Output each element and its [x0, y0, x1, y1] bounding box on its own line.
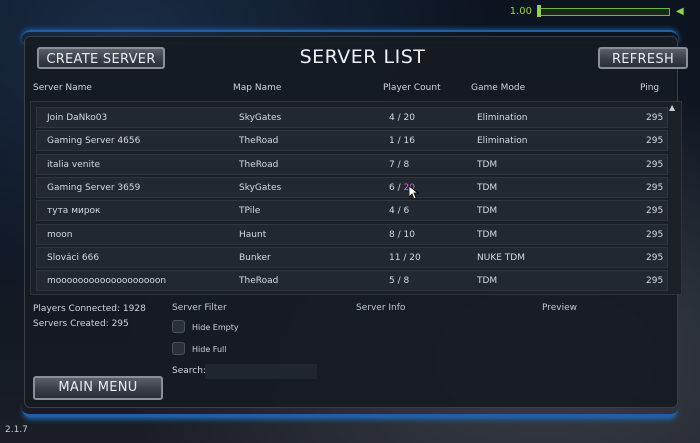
player-count-separator: / [394, 182, 404, 193]
player-count-max: 20 [409, 252, 421, 263]
player-count-max: 8 [403, 159, 410, 170]
search-input[interactable] [205, 364, 317, 379]
hide-full-label: Hide Full [192, 345, 227, 354]
server-name-cell: Slováci 666 [47, 252, 100, 263]
create-server-button[interactable]: CREATE SERVER [37, 47, 165, 69]
map-name-cell: TheRoad [239, 159, 279, 170]
map-name-cell: SkyGates [239, 182, 282, 193]
search-label: Search: [172, 366, 206, 376]
page-title: SERVER LIST [299, 46, 426, 68]
column-header-game-mode[interactable]: Game Mode [471, 83, 525, 93]
column-header-server-name[interactable]: Server Name [33, 83, 92, 93]
player-count-cell: 4 / 20 [389, 113, 415, 123]
player-count-current: 11 [389, 252, 401, 263]
game-mode-cell: TDM [477, 276, 498, 287]
server-filter-label: Server Filter [172, 303, 227, 313]
player-count-cell: 7 / 8 [389, 160, 409, 170]
server-row[interactable]: mooooooooooooooooooon TheRoad 5 / 8 TDM 295 [36, 270, 668, 292]
server-row[interactable]: italia venite TheRoad 7 / 8 TDM 295 [36, 153, 668, 175]
volume-control: 1.00 ◀ [509, 4, 686, 17]
server-info-label: Server Info [356, 303, 406, 313]
mouse-cursor-icon [409, 186, 419, 200]
game-mode-cell: TDM [477, 206, 498, 217]
map-name-cell: TheRoad [239, 136, 279, 147]
server-row[interactable]: Join DaNko03 SkyGates 4 / 20 Elimination 295 [36, 107, 668, 128]
game-mode-cell: Elimination [477, 136, 528, 147]
game-mode-cell: Elimination [477, 113, 528, 123]
player-count-separator: / [394, 159, 404, 170]
ping-cell: 295 [646, 276, 664, 287]
server-row[interactable]: тута мирок TPile 4 / 6 TDM 295 [36, 200, 668, 222]
column-header-player-count[interactable]: Player Count [383, 83, 441, 93]
player-count-separator: / [394, 276, 404, 287]
player-count-max: 8 [403, 276, 410, 287]
hide-full-checkbox[interactable] [172, 342, 185, 355]
player-count-separator: / [394, 136, 404, 147]
server-name-cell: Join DaNko03 [47, 113, 108, 123]
server-name-cell: italia venite [47, 159, 101, 170]
player-count-separator: / [394, 206, 404, 217]
version-label: 2.1.7 [5, 425, 28, 435]
ping-cell: 295 [646, 136, 664, 147]
map-name-cell: Bunker [239, 252, 271, 263]
player-count-cell: 5 / 8 [389, 276, 409, 286]
player-count-cell: 4 / 6 [389, 206, 409, 216]
panel-frame-bottom [22, 400, 678, 417]
server-table: ▲ Join DaNko03 SkyGates 4 / 20 Elimination 2… [30, 101, 682, 295]
player-count-separator: / [394, 113, 404, 123]
server-name-cell: mooooooooooooooooooon [47, 276, 167, 287]
player-count-separator: / [400, 252, 410, 263]
hide-empty-checkbox[interactable] [172, 320, 185, 333]
ping-cell: 295 [646, 206, 664, 217]
volume-slider[interactable] [537, 4, 670, 17]
player-count-max: 6 [403, 206, 410, 217]
player-count-cell: 11 / 20 [389, 253, 421, 263]
map-name-cell: SkyGates [239, 113, 282, 123]
server-row[interactable]: moon Haunt 8 / 10 TDM 295 [36, 223, 668, 245]
player-count-cell: 8 / 10 [389, 230, 415, 240]
column-header-map-name[interactable]: Map Name [233, 83, 281, 93]
player-count-max: 16 [403, 136, 415, 147]
speaker-icon[interactable]: ◀ [676, 6, 686, 17]
volume-knob[interactable] [537, 4, 541, 17]
server-row[interactable]: Gaming Server 4656 TheRoad 1 / 16 Eliminati… [36, 130, 668, 152]
server-name-cell: Gaming Server 4656 [47, 136, 141, 147]
ping-cell: 295 [646, 113, 664, 123]
server-row[interactable]: Gaming Server 3659SkyGates6 / 20TDM295 [36, 176, 668, 198]
scroll-up-icon[interactable]: ▲ [669, 104, 677, 112]
main-menu-button[interactable]: MAIN MENU [33, 376, 163, 400]
ping-cell: 295 [646, 159, 664, 170]
preview-label: Preview [542, 303, 578, 313]
hide-empty-label: Hide Empty [192, 323, 239, 332]
player-count-max: 20 [403, 113, 415, 123]
player-count-cell: 1 / 16 [389, 136, 415, 146]
map-name-cell: Haunt [239, 229, 267, 240]
player-count-max: 10 [403, 229, 415, 240]
ping-cell: 295 [646, 229, 664, 240]
server-name-cell: moon [47, 229, 73, 240]
players-connected: Players Connected: 1928 [33, 304, 146, 314]
game-mode-cell: TDM [477, 159, 498, 170]
server-name-cell: Gaming Server 3659 [47, 182, 141, 193]
game-mode-cell: NUKE TDM [477, 252, 525, 263]
server-name-cell: тута мирок [47, 206, 101, 217]
player-count-separator: / [394, 229, 404, 240]
ping-cell: 295 [646, 252, 664, 263]
map-name-cell: TPile [239, 206, 261, 217]
map-name-cell: TheRoad [239, 276, 279, 287]
server-row[interactable]: Slováci 666 Bunker 11 / 20 NUKE TDM 295 [36, 246, 668, 268]
refresh-button[interactable]: REFRESH [598, 47, 688, 69]
game-mode-cell: TDM [477, 182, 498, 193]
servers-created: Servers Created: 295 [33, 319, 129, 329]
game-mode-cell: TDM [477, 229, 498, 240]
ping-cell: 295 [646, 182, 664, 193]
volume-value: 1.00 [509, 6, 532, 17]
column-header-ping[interactable]: Ping [640, 83, 659, 93]
